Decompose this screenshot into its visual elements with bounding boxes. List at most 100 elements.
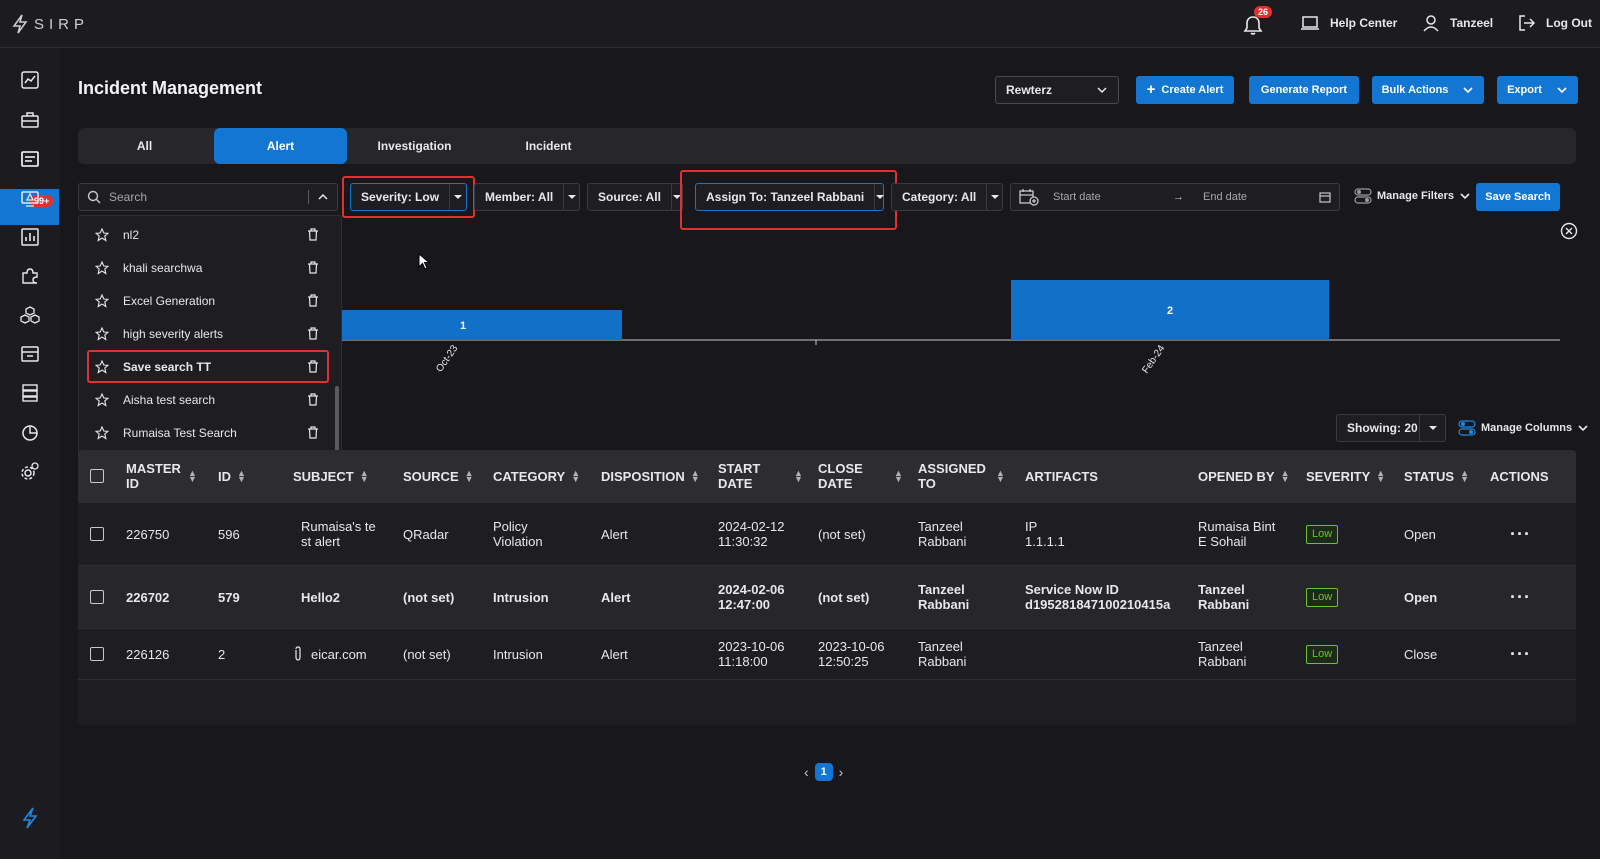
help-center-link[interactable]: Help Center bbox=[1300, 14, 1397, 32]
next-page-icon[interactable]: › bbox=[839, 764, 844, 780]
row-checkbox[interactable] bbox=[90, 629, 104, 679]
table-row[interactable]: 226126 2 eicar.com (not set) Intrusion A… bbox=[78, 628, 1576, 680]
trash-icon[interactable] bbox=[307, 261, 319, 274]
star-icon[interactable] bbox=[95, 293, 109, 308]
trash-icon[interactable] bbox=[307, 294, 319, 307]
database-icon[interactable] bbox=[18, 381, 42, 405]
saved-search-input[interactable]: Search bbox=[78, 183, 338, 211]
sort-icon: ▲ ▼ bbox=[464, 468, 474, 484]
generate-report-button[interactable]: Generate Report bbox=[1249, 76, 1359, 104]
column-header-id[interactable]: ID ▲ ▼ bbox=[218, 450, 246, 502]
column-header-status[interactable]: STATUS ▲ ▼ bbox=[1404, 450, 1469, 502]
bolt-icon[interactable] bbox=[18, 806, 42, 830]
manage-filters-button[interactable]: Manage Filters bbox=[1354, 188, 1471, 204]
cell-subject[interactable]: Rumaisa's te st alert bbox=[301, 503, 376, 565]
caret-down-icon[interactable] bbox=[563, 184, 579, 210]
star-icon[interactable] bbox=[95, 359, 109, 374]
tenant-select[interactable]: Rewterz bbox=[995, 76, 1119, 104]
row-checkbox[interactable] bbox=[90, 503, 104, 565]
report-icon[interactable] bbox=[18, 420, 42, 444]
column-header-severity[interactable]: SEVERITY ▲ ▼ bbox=[1306, 450, 1385, 502]
trash-icon[interactable] bbox=[307, 393, 319, 406]
column-header-category[interactable]: CATEGORY ▲ ▼ bbox=[493, 450, 580, 502]
saved-search-item[interactable]: Aisha test search bbox=[79, 383, 343, 416]
column-header-actions: ACTIONS bbox=[1490, 468, 1549, 484]
manage-columns-button[interactable]: Manage Columns bbox=[1458, 420, 1589, 436]
briefcase-icon[interactable] bbox=[18, 108, 42, 132]
save-search-button[interactable]: Save Search bbox=[1476, 183, 1560, 211]
source-filter[interactable]: Source: All bbox=[587, 183, 683, 211]
assets-icon[interactable] bbox=[18, 342, 42, 366]
caret-down-icon[interactable] bbox=[874, 184, 885, 210]
trash-icon[interactable] bbox=[307, 360, 319, 373]
close-chart-icon[interactable] bbox=[1560, 222, 1578, 240]
saved-search-item[interactable]: Excel Generation bbox=[79, 284, 343, 317]
trash-icon[interactable] bbox=[307, 426, 319, 439]
cell-subject[interactable]: eicar.com bbox=[293, 629, 367, 679]
cell-opened-by: Tanzeel Rabbani bbox=[1198, 639, 1247, 669]
dropdown-scrollbar[interactable] bbox=[335, 386, 339, 456]
chevron-up-icon[interactable] bbox=[317, 193, 329, 201]
analytics-icon[interactable] bbox=[18, 225, 42, 249]
tab-all[interactable]: All bbox=[78, 128, 211, 164]
category-filter[interactable]: Category: All bbox=[891, 183, 1003, 211]
dashboard-icon[interactable] bbox=[18, 68, 42, 92]
star-icon[interactable] bbox=[95, 425, 109, 440]
end-date-placeholder[interactable]: End date bbox=[1203, 191, 1319, 203]
column-header-subject[interactable]: SUBJECT ▲ ▼ bbox=[293, 450, 369, 502]
tab-investigation[interactable]: Investigation bbox=[348, 128, 481, 164]
bulk-actions-button[interactable]: Bulk Actions bbox=[1372, 76, 1484, 104]
star-icon[interactable] bbox=[95, 326, 109, 341]
start-date-placeholder[interactable]: Start date bbox=[1053, 191, 1173, 203]
threat-icon[interactable] bbox=[18, 186, 42, 210]
export-button[interactable]: Export bbox=[1497, 76, 1578, 104]
assign-to-filter[interactable]: Assign To: Tanzeel Rabbani bbox=[695, 183, 885, 211]
cell-category: Intrusion bbox=[493, 646, 543, 662]
column-header-close-date[interactable]: CLOSE DATE ▲ ▼ bbox=[818, 450, 903, 502]
column-header-opened-by[interactable]: OPENED BY ▲ ▼ bbox=[1198, 450, 1290, 502]
row-actions-icon[interactable]: ··· bbox=[1510, 629, 1531, 679]
column-header-disposition[interactable]: DISPOSITION ▲ ▼ bbox=[601, 450, 700, 502]
create-alert-button[interactable]: + Create Alert bbox=[1136, 76, 1234, 104]
prev-page-icon[interactable]: ‹ bbox=[804, 764, 809, 780]
member-filter[interactable]: Member: All bbox=[474, 183, 580, 211]
date-range-picker[interactable]: Start date → End date bbox=[1010, 183, 1340, 211]
row-actions-icon[interactable]: ··· bbox=[1510, 566, 1531, 628]
trash-icon[interactable] bbox=[307, 228, 319, 241]
star-icon[interactable] bbox=[95, 392, 109, 407]
saved-search-item-selected[interactable]: Save search TT bbox=[79, 350, 343, 383]
column-header-start-date[interactable]: START DATE ▲ ▼ bbox=[718, 450, 803, 502]
sirp-logo[interactable]: SIRP bbox=[12, 14, 89, 34]
star-icon[interactable] bbox=[95, 260, 109, 275]
chart-bar[interactable] bbox=[338, 310, 622, 340]
saved-search-item[interactable]: high severity alerts bbox=[79, 317, 343, 350]
column-header-assigned-to[interactable]: ASSIGNED TO ▲ ▼ bbox=[918, 450, 1005, 502]
page-number-button[interactable]: 1 bbox=[814, 763, 833, 781]
row-actions-icon[interactable]: ··· bbox=[1510, 503, 1531, 565]
column-header-source[interactable]: SOURCE ▲ ▼ bbox=[403, 450, 474, 502]
logout-button[interactable]: Log Out bbox=[1518, 14, 1592, 32]
severity-filter[interactable]: Severity: Low bbox=[350, 183, 467, 211]
caret-down-icon[interactable] bbox=[986, 184, 1002, 210]
tab-incident[interactable]: Incident bbox=[482, 128, 615, 164]
trash-icon[interactable] bbox=[307, 327, 319, 340]
page-size-select[interactable]: Showing: 20 bbox=[1336, 414, 1446, 442]
table-row[interactable]: 226702 579 Hello2 (not set) Intrusion Al… bbox=[78, 565, 1576, 628]
caret-down-icon[interactable] bbox=[449, 184, 466, 210]
star-icon[interactable] bbox=[95, 227, 109, 242]
column-header-master-id[interactable]: MASTER ID ▲ ▼ bbox=[126, 450, 204, 502]
settings-icon[interactable] bbox=[18, 459, 42, 483]
row-checkbox[interactable] bbox=[90, 566, 104, 628]
table-row[interactable]: 226750 596 Rumaisa's te st alert QRadar P… bbox=[78, 502, 1576, 565]
tab-alert[interactable]: Alert bbox=[214, 128, 347, 164]
select-all-checkbox[interactable] bbox=[90, 450, 104, 502]
saved-search-item[interactable]: Rumaisa Test Search bbox=[79, 416, 343, 449]
cubes-icon[interactable] bbox=[18, 303, 42, 327]
saved-search-item[interactable]: nl2 bbox=[79, 218, 343, 251]
alerts-icon[interactable] bbox=[18, 147, 42, 171]
caret-down-icon[interactable] bbox=[1419, 415, 1445, 441]
cell-subject[interactable]: Hello2 bbox=[301, 566, 340, 628]
saved-search-item[interactable]: khali searchwa bbox=[79, 251, 343, 284]
puzzle-icon[interactable] bbox=[18, 264, 42, 288]
user-menu[interactable]: Tanzeel bbox=[1422, 14, 1493, 32]
